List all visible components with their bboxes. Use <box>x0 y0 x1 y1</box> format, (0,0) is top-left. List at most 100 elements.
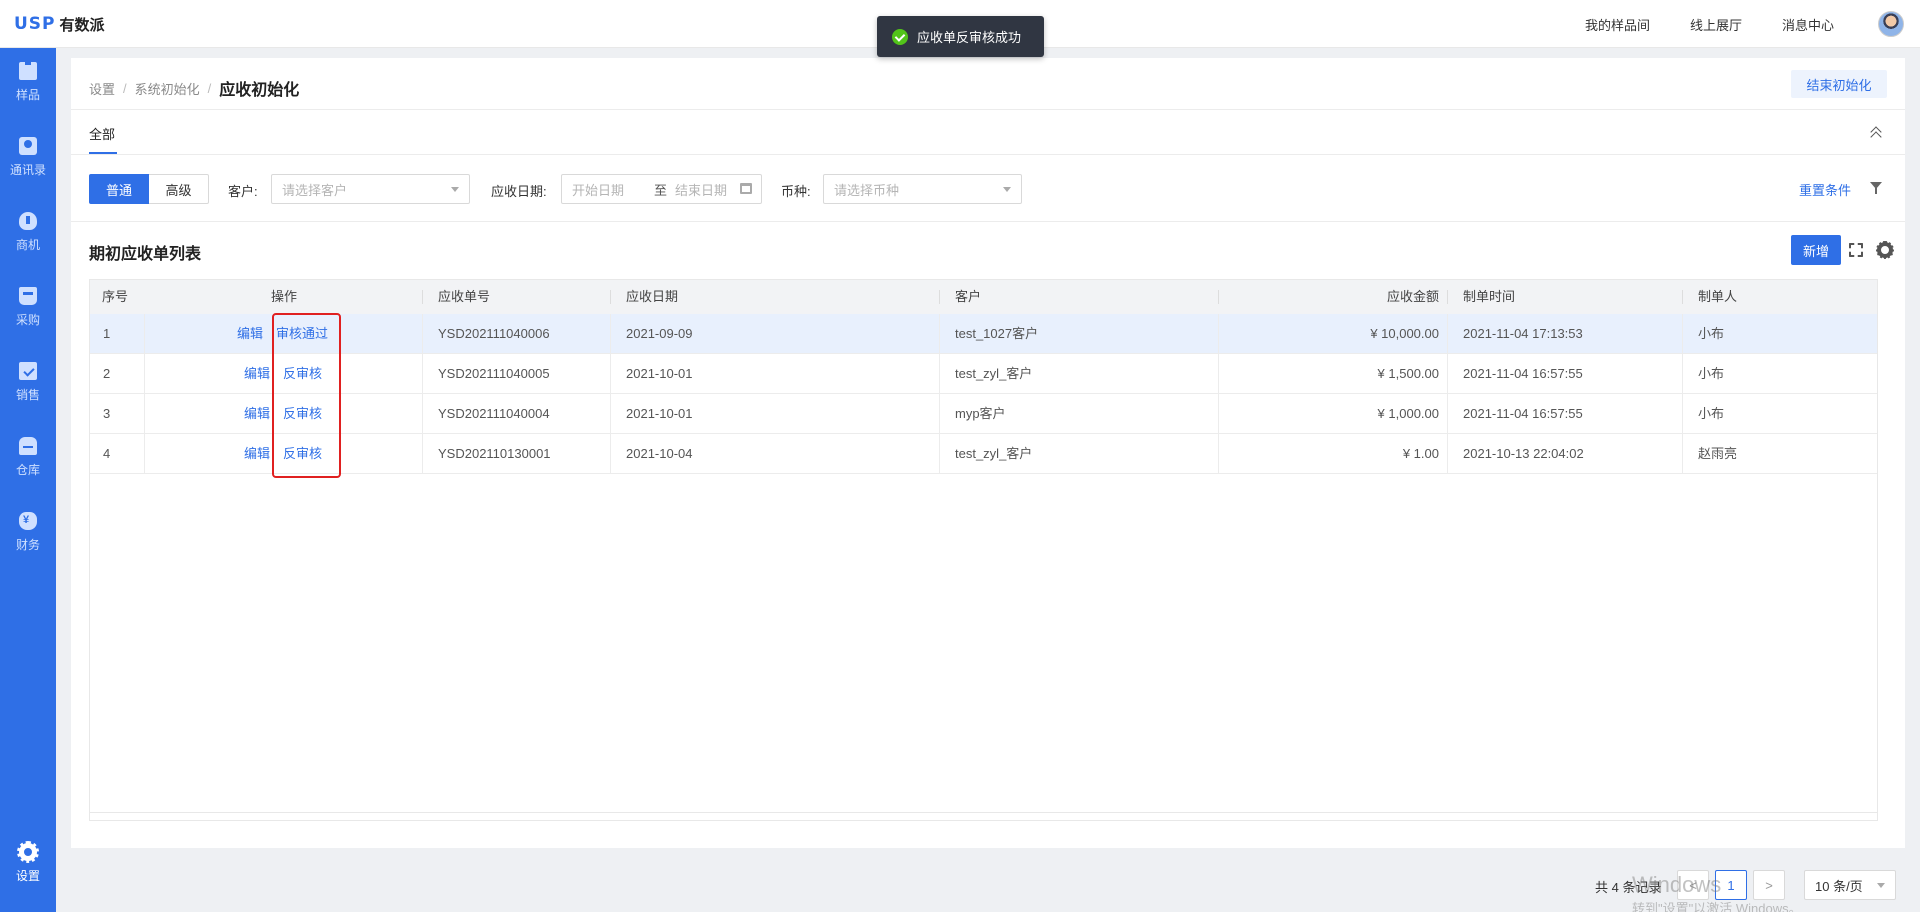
header-separator <box>939 290 940 304</box>
page-size-select[interactable]: 10 条/页 <box>1804 870 1896 900</box>
table-scrollbar[interactable] <box>90 812 1877 820</box>
approve-link[interactable]: 审核通过 <box>276 314 328 354</box>
mode-normal-button[interactable]: 普通 <box>89 174 149 204</box>
chevron-down-icon <box>451 187 459 192</box>
breadcrumb-system-init[interactable]: 系统初始化 <box>135 79 200 98</box>
unapprove-link[interactable]: 反审核 <box>283 394 322 434</box>
nav-online-showroom[interactable]: 线上展厅 <box>1690 15 1742 34</box>
cell-date: 2021-09-09 <box>626 326 693 341</box>
sidebar-item-finance[interactable]: 财务 <box>0 502 56 562</box>
date-range-picker[interactable]: 开始日期 至 结束日期 <box>561 174 762 204</box>
logo-name: 有数派 <box>59 16 105 34</box>
cell-amount: ¥ 1,000.00 <box>1377 406 1439 421</box>
cell-customer: myp客户 <box>955 406 1006 421</box>
cell-divider <box>422 314 423 354</box>
col-created-time: 制单时间 <box>1463 289 1516 304</box>
sidebar-item-opportunities[interactable]: 商机 <box>0 202 56 262</box>
cell-customer: test_zyl_客户 <box>955 446 1033 461</box>
end-init-button[interactable]: 结束初始化 <box>1791 70 1887 98</box>
currency-placeholder: 请选择币种 <box>834 182 900 198</box>
cell-no: 2 <box>103 366 111 381</box>
cell-divider <box>1447 434 1448 474</box>
table-row[interactable]: 3 编辑 反审核 YSD202111040004 2021-10-01 myp客… <box>90 394 1877 434</box>
cell-divider <box>422 354 423 394</box>
list-title: 期初应收单列表 <box>89 246 202 263</box>
money-bag-icon <box>19 511 37 530</box>
edit-link[interactable]: 编辑 <box>244 354 270 394</box>
cell-divider <box>1682 314 1683 354</box>
header-separator <box>1447 290 1448 304</box>
cell-divider <box>610 354 611 394</box>
cell-divider <box>939 314 940 354</box>
add-button[interactable]: 新增 <box>1791 235 1841 265</box>
main-panel: 设置 / 系统初始化 / 应收初始化 结束初始化 全部 普通 高级 客户: 请选… <box>71 58 1905 848</box>
success-toast: 应收单反审核成功 <box>877 16 1044 57</box>
nav-my-sample-room[interactable]: 我的样品间 <box>1585 15 1650 34</box>
breadcrumb: 设置 / 系统初始化 / 应收初始化 <box>89 76 299 100</box>
filter-icon[interactable] <box>1869 180 1885 196</box>
sidebar: 样品 通讯录 商机 采购 销售 仓库 财务 设置 <box>0 48 56 912</box>
cell-amount: ¥ 10,000.00 <box>1370 326 1439 341</box>
prev-page-button[interactable]: < <box>1677 870 1709 900</box>
edit-link[interactable]: 编辑 <box>237 314 263 354</box>
customer-select[interactable]: 请选择客户 <box>271 174 470 204</box>
sidebar-item-sales[interactable]: 销售 <box>0 352 56 412</box>
page-button[interactable]: 1 <box>1715 870 1747 900</box>
logo[interactable]: USP 有数派 <box>14 14 105 34</box>
table-row[interactable]: 2 编辑 反审核 YSD202111040005 2021-10-01 test… <box>90 354 1877 394</box>
toast-message: 应收单反审核成功 <box>917 30 1022 45</box>
nav-message-center[interactable]: 消息中心 <box>1782 15 1834 34</box>
mode-advanced-button[interactable]: 高级 <box>149 174 209 204</box>
table-header: 序号 操作 应收单号 应收日期 客户 应收金额 制单时间 制单人 <box>90 280 1877 314</box>
date-label: 应收日期: <box>491 184 547 199</box>
customer-label: 客户: <box>228 184 258 199</box>
fullscreen-icon[interactable] <box>1849 243 1863 257</box>
end-date-placeholder: 结束日期 <box>675 182 728 198</box>
avatar[interactable] <box>1878 11 1904 37</box>
col-creator: 制单人 <box>1698 289 1738 304</box>
cell-bill-no: YSD202111040004 <box>438 406 550 421</box>
cell-bill-no: YSD202110130001 <box>438 446 551 461</box>
unapprove-link[interactable]: 反审核 <box>283 434 322 474</box>
cell-divider <box>1447 394 1448 434</box>
cell-divider <box>1218 434 1219 474</box>
cell-divider <box>1218 394 1219 434</box>
column-settings-icon[interactable] <box>1876 241 1894 259</box>
sidebar-item-warehouse[interactable]: 仓库 <box>0 427 56 487</box>
sidebar-item-label: 销售 <box>15 387 40 402</box>
reset-filters-link[interactable]: 重置条件 <box>1799 180 1851 199</box>
currency-label: 币种: <box>781 184 811 199</box>
cell-bill-no: YSD202111040006 <box>438 326 550 341</box>
breadcrumb-settings[interactable]: 设置 <box>89 79 115 98</box>
next-page-button[interactable]: > <box>1753 870 1785 900</box>
table-row[interactable]: 1 编辑 审核通过 YSD202111040006 2021-09-09 tes… <box>90 314 1877 354</box>
cell-divider <box>144 394 145 434</box>
sidebar-item-contacts[interactable]: 通讯录 <box>0 127 56 187</box>
tab-all[interactable]: 全部 <box>89 124 118 154</box>
start-date-placeholder: 开始日期 <box>572 182 625 198</box>
edit-link[interactable]: 编辑 <box>244 434 270 474</box>
cell-divider <box>1447 314 1448 354</box>
col-customer: 客户 <box>955 289 982 304</box>
breadcrumb-separator: / <box>123 80 127 96</box>
cell-divider <box>1682 354 1683 394</box>
cell-divider <box>610 394 611 434</box>
cell-divider <box>1218 354 1219 394</box>
table-row[interactable]: 4 编辑 反审核 YSD202110130001 2021-10-04 test… <box>90 434 1877 474</box>
cell-amount: ¥ 1.00 <box>1402 446 1439 461</box>
edit-link[interactable]: 编辑 <box>244 394 270 434</box>
unapprove-link[interactable]: 反审核 <box>283 354 322 394</box>
sidebar-item-label: 样品 <box>15 87 40 102</box>
divider <box>71 221 1905 222</box>
cell-customer: test_zyl_客户 <box>955 366 1033 381</box>
page-size-value: 10 条/页 <box>1815 878 1863 894</box>
sidebar-item-samples[interactable]: 样品 <box>0 52 56 112</box>
col-date: 应收日期 <box>626 289 679 304</box>
logo-mark: USP <box>14 14 56 34</box>
cell-no: 1 <box>103 326 111 341</box>
currency-select[interactable]: 请选择币种 <box>823 174 1022 204</box>
filter-mode-group: 普通 高级 <box>89 174 209 204</box>
cell-created-time: 2021-11-04 16:57:55 <box>1463 406 1583 421</box>
sidebar-item-purchasing[interactable]: 采购 <box>0 277 56 337</box>
collapse-icon[interactable] <box>1869 126 1883 140</box>
